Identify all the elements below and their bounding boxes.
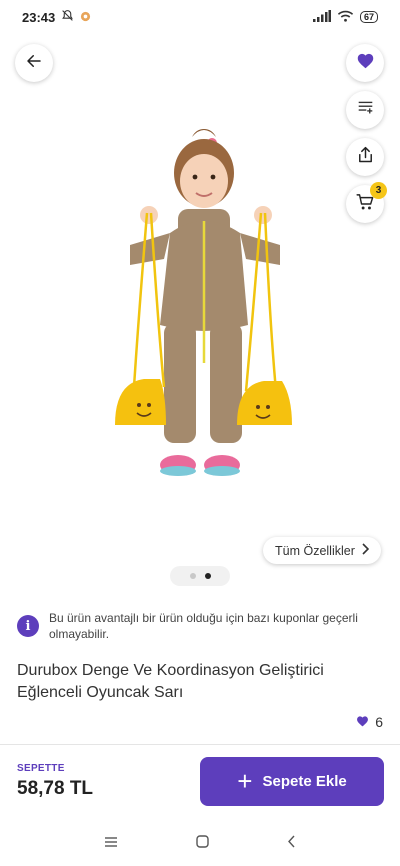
plus-icon: + <box>237 765 253 796</box>
share-button[interactable] <box>346 138 384 176</box>
cart-button[interactable]: 3 <box>346 182 387 223</box>
heart-icon <box>356 714 369 730</box>
list-filter-icon <box>357 100 374 120</box>
coupon-notice-text: Bu ürün avantajlı bir ürün olduğu için b… <box>49 611 358 641</box>
favorite-button[interactable] <box>346 44 384 82</box>
all-features-button[interactable]: Tüm Özellikler <box>263 537 381 564</box>
favorite-count-value: 6 <box>375 714 383 730</box>
status-time: 23:43 <box>22 9 56 25</box>
back-button[interactable] <box>15 44 53 82</box>
add-to-cart-label: Sepete Ekle <box>262 773 347 790</box>
signal-icon <box>312 9 331 25</box>
system-nav-bar <box>0 822 400 866</box>
wifi-icon <box>337 10 354 25</box>
back-nav-icon[interactable] <box>287 835 296 853</box>
image-pagination[interactable] <box>170 566 230 586</box>
cart-count-badge: 3 <box>370 182 387 199</box>
menu-nav-icon[interactable] <box>104 835 118 853</box>
pagination-dot[interactable] <box>189 573 196 579</box>
filter-list-button[interactable] <box>346 91 384 129</box>
notification-app-icon <box>80 10 91 25</box>
product-image[interactable] <box>100 125 310 490</box>
price: 58,78 TL <box>17 778 94 799</box>
heart-icon <box>356 52 375 74</box>
coupon-notice: i Bu ürün avantajlı bir ürün olduğu için… <box>17 610 383 642</box>
arrow-left-icon <box>25 52 43 75</box>
add-to-cart-button[interactable]: + Sepete Ekle <box>200 757 384 806</box>
footer-divider <box>0 744 400 745</box>
info-icon: i <box>17 615 39 637</box>
chevron-right-icon <box>361 543 370 558</box>
cart-label: SEPETTE <box>17 763 65 774</box>
home-nav-icon[interactable] <box>196 835 209 853</box>
pagination-dot-active[interactable] <box>204 573 211 579</box>
all-features-label: Tüm Özellikler <box>275 543 355 558</box>
status-bar: 23:43 67 <box>0 0 400 34</box>
share-icon <box>357 146 374 169</box>
favorite-count[interactable]: 6 <box>356 714 383 730</box>
battery-indicator: 67 <box>359 11 378 23</box>
product-title: Durubox Denge Ve Koordinasyon Geliştiric… <box>17 662 324 701</box>
bell-off-icon <box>61 9 74 25</box>
